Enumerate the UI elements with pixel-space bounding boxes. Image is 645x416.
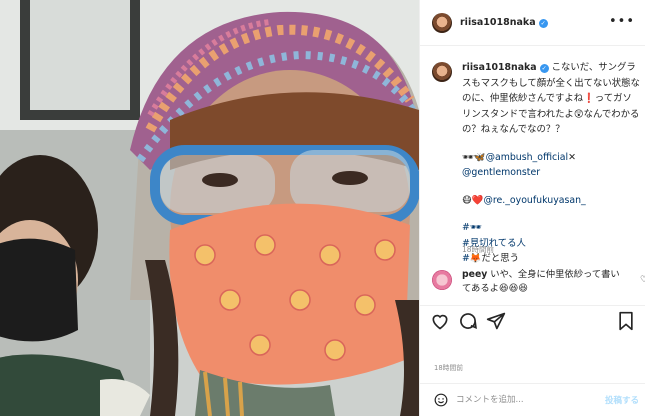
comment-body: peey いや、全身に仲里依紗って書いてあるよ😆😆😆	[462, 268, 622, 296]
verified-badge-icon: ✓	[539, 64, 549, 73]
caption-body: riisa1018naka ✓ こないだ、サングラスもマスクもして顔が全く出てない…	[462, 60, 640, 267]
verified-badge-icon: ✓	[538, 19, 548, 28]
caption-username[interactable]: riisa1018naka	[462, 62, 537, 73]
share-icon[interactable]	[486, 311, 506, 331]
commenter-avatar[interactable]	[432, 270, 452, 290]
hashtag-sunglasses[interactable]: #🕶	[462, 222, 482, 233]
mention-ambush[interactable]: @ambush_official	[486, 152, 569, 163]
commenter-username[interactable]: peey	[462, 269, 487, 280]
cross-icon: ✕	[568, 151, 577, 163]
post-sidebar: riisa1018naka ✓ ••• riisa1018naka ✓ こないだ、サ…	[419, 0, 645, 416]
author-avatar[interactable]	[432, 13, 452, 33]
emoji-icon[interactable]	[434, 393, 448, 407]
post-timestamp: 18時間前	[434, 364, 464, 372]
mask-heart-icon: 😷❤️	[462, 194, 484, 206]
add-comment-bar: 投稿する	[420, 383, 645, 416]
post-header: riisa1018naka ✓ •••	[420, 0, 645, 46]
comment-icon[interactable]	[458, 311, 478, 331]
caption-credits: 🕶🦋@ambush_official✕ @gentlemonster	[462, 150, 640, 181]
sunglasses-butterfly-icon: 🕶🦋	[462, 151, 486, 163]
heart-icon[interactable]	[430, 311, 450, 331]
post-comment-button[interactable]: 投稿する	[605, 394, 639, 406]
bookmark-icon[interactable]	[616, 311, 636, 331]
comment-input[interactable]	[456, 393, 596, 407]
author-username-text[interactable]: riisa1018naka	[460, 17, 536, 28]
caption-mask-credit: 😷❤️@re._oyoufukuyasan_	[462, 193, 640, 209]
comment-like-heart-icon[interactable]: ♡	[640, 275, 645, 285]
mention-oyoufukuyasan[interactable]: @re._oyoufukuyasan_	[483, 195, 585, 206]
author-username[interactable]: riisa1018naka ✓	[460, 17, 548, 28]
caption-time: 18時間前	[462, 245, 495, 254]
instagram-post: riisa1018naka ✓ ••• riisa1018naka ✓ こないだ、サ…	[0, 0, 645, 416]
mention-gentlemonster[interactable]: @gentlemonster	[462, 167, 540, 178]
post-photo[interactable]	[0, 0, 419, 416]
selfie-image	[0, 0, 419, 416]
action-bar	[420, 305, 645, 335]
caption-avatar[interactable]	[432, 62, 452, 82]
more-options-icon[interactable]: •••	[609, 14, 635, 29]
